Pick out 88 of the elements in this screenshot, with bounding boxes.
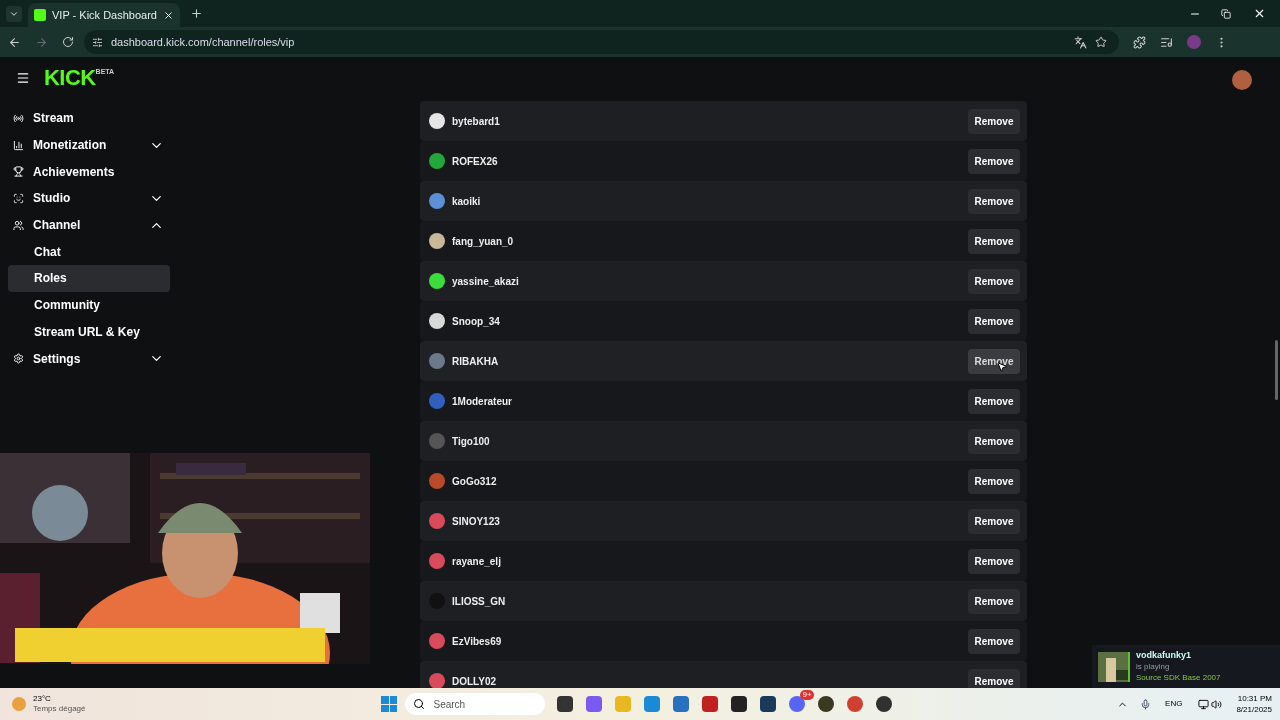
notification-game: Source SDK Base 2007 [1136, 672, 1221, 683]
remove-button[interactable]: Remove [968, 108, 1020, 134]
broadcast-icon [13, 112, 24, 124]
nav-subitem[interactable]: Chat [8, 238, 170, 266]
bookmark-star-icon[interactable] [1095, 36, 1107, 48]
close-icon[interactable] [1253, 7, 1266, 20]
remove-button[interactable]: Remove [968, 228, 1020, 254]
nav-subitem[interactable]: Community [8, 291, 170, 319]
remove-button[interactable]: Remove [968, 268, 1020, 294]
back-icon[interactable] [8, 35, 21, 49]
remove-button[interactable]: Remove [968, 148, 1020, 174]
restore-icon[interactable] [1221, 8, 1231, 19]
microphone-icon[interactable] [1140, 698, 1152, 710]
username: RIBAKHA [452, 354, 500, 369]
search-field[interactable]: Search [405, 693, 546, 715]
menu-icon[interactable] [16, 71, 30, 85]
username: DOLLY02 [452, 674, 498, 688]
clock-date[interactable]: 8/21/2025 [1236, 704, 1272, 715]
search-icon [413, 698, 426, 710]
camera-frame-icon [13, 192, 24, 204]
notification-user: vodkafunky1 [1136, 650, 1193, 661]
translate-icon[interactable] [1074, 35, 1087, 49]
clock-time[interactable]: 10:31 PM [1237, 693, 1272, 704]
username: rayane_elj [452, 554, 502, 569]
kick-favicon-icon [34, 9, 46, 21]
language-indicator[interactable]: ENG [1165, 698, 1183, 710]
taskbar-app-icon[interactable] [557, 696, 574, 712]
nav-subitem[interactable]: Roles [8, 265, 170, 292]
remove-button[interactable]: Remove [968, 548, 1020, 574]
users-icon [13, 219, 24, 231]
taskbar-app-icon[interactable] [760, 696, 777, 712]
scrollbar-thumb [1275, 340, 1278, 400]
remove-button[interactable]: Remove [968, 388, 1020, 414]
profile-avatar-icon[interactable] [1232, 70, 1252, 90]
tab-title: VIP - Kick Dashboard [52, 7, 157, 23]
remove-button[interactable]: Remove [968, 468, 1020, 494]
nav-item[interactable]: Settings [8, 345, 170, 372]
username: GoGo312 [452, 474, 498, 489]
url-text: dashboard.kick.com/channel/roles/vip [111, 34, 295, 50]
reload-icon[interactable] [62, 36, 74, 48]
username: yassine_akazi [452, 274, 520, 289]
notification-badge: 9+ [800, 690, 814, 700]
taskbar-app-icon[interactable] [731, 696, 748, 712]
address-bar[interactable]: dashboard.kick.com/channel/roles/vip [84, 30, 1119, 54]
taskbar-app-icon[interactable] [818, 696, 835, 712]
nav-item[interactable]: Monetization [8, 131, 170, 159]
temperature: 23°C [33, 694, 52, 704]
weather-text: Temps dégagé [33, 704, 86, 714]
browser-tab[interactable]: VIP - Kick Dashboard [28, 3, 180, 27]
remove-button[interactable]: Remove [968, 588, 1020, 614]
tab-list-button[interactable] [6, 5, 22, 22]
username: EzVibes69 [452, 634, 503, 649]
username: ROFEX26 [452, 154, 499, 169]
settings-icon [13, 353, 24, 365]
username: fang_yuan_0 [452, 234, 515, 249]
taskbar-app-icon[interactable] [876, 696, 893, 712]
nav-item[interactable]: Achievements [8, 158, 170, 186]
username: ILIOSS_GN [452, 594, 507, 609]
site-settings-icon[interactable] [92, 36, 103, 48]
remove-button[interactable]: Remove [968, 668, 1020, 688]
remove-button[interactable]: Remove [968, 508, 1020, 534]
nav-item[interactable]: Studio [8, 185, 170, 212]
forward-icon[interactable] [35, 35, 48, 49]
nav-item[interactable]: Channel [8, 211, 170, 239]
close-icon[interactable] [163, 9, 174, 21]
extensions-icon[interactable] [1133, 35, 1146, 49]
username: 1Moderateur [452, 394, 513, 409]
new-tab-icon[interactable] [190, 7, 203, 20]
remove-button[interactable]: Remove [968, 188, 1020, 214]
username: Snoop_34 [452, 314, 501, 329]
media-icon[interactable] [1160, 35, 1173, 49]
trophy-icon [13, 166, 24, 178]
windows-start-icon[interactable] [381, 696, 398, 712]
remove-button[interactable]: Remove [968, 628, 1020, 654]
nav-subitem[interactable]: Stream URL & Key [8, 318, 170, 346]
notification-status: is playing [1136, 661, 1171, 672]
remove-button[interactable]: Remove [968, 428, 1020, 454]
username: bytebard1 [452, 114, 501, 129]
username: kaoiki [452, 194, 482, 209]
username: SINOY123 [452, 514, 501, 529]
username: Tigo100 [452, 434, 491, 449]
remove-button[interactable]: Remove [968, 348, 1020, 374]
remove-button[interactable]: Remove [968, 308, 1020, 334]
volume-icon[interactable] [1211, 698, 1223, 710]
chart-icon [13, 139, 24, 151]
kick-logo[interactable]: KICK [44, 67, 96, 89]
nav-item[interactable]: Stream [8, 105, 170, 132]
network-icon[interactable] [1198, 698, 1210, 710]
